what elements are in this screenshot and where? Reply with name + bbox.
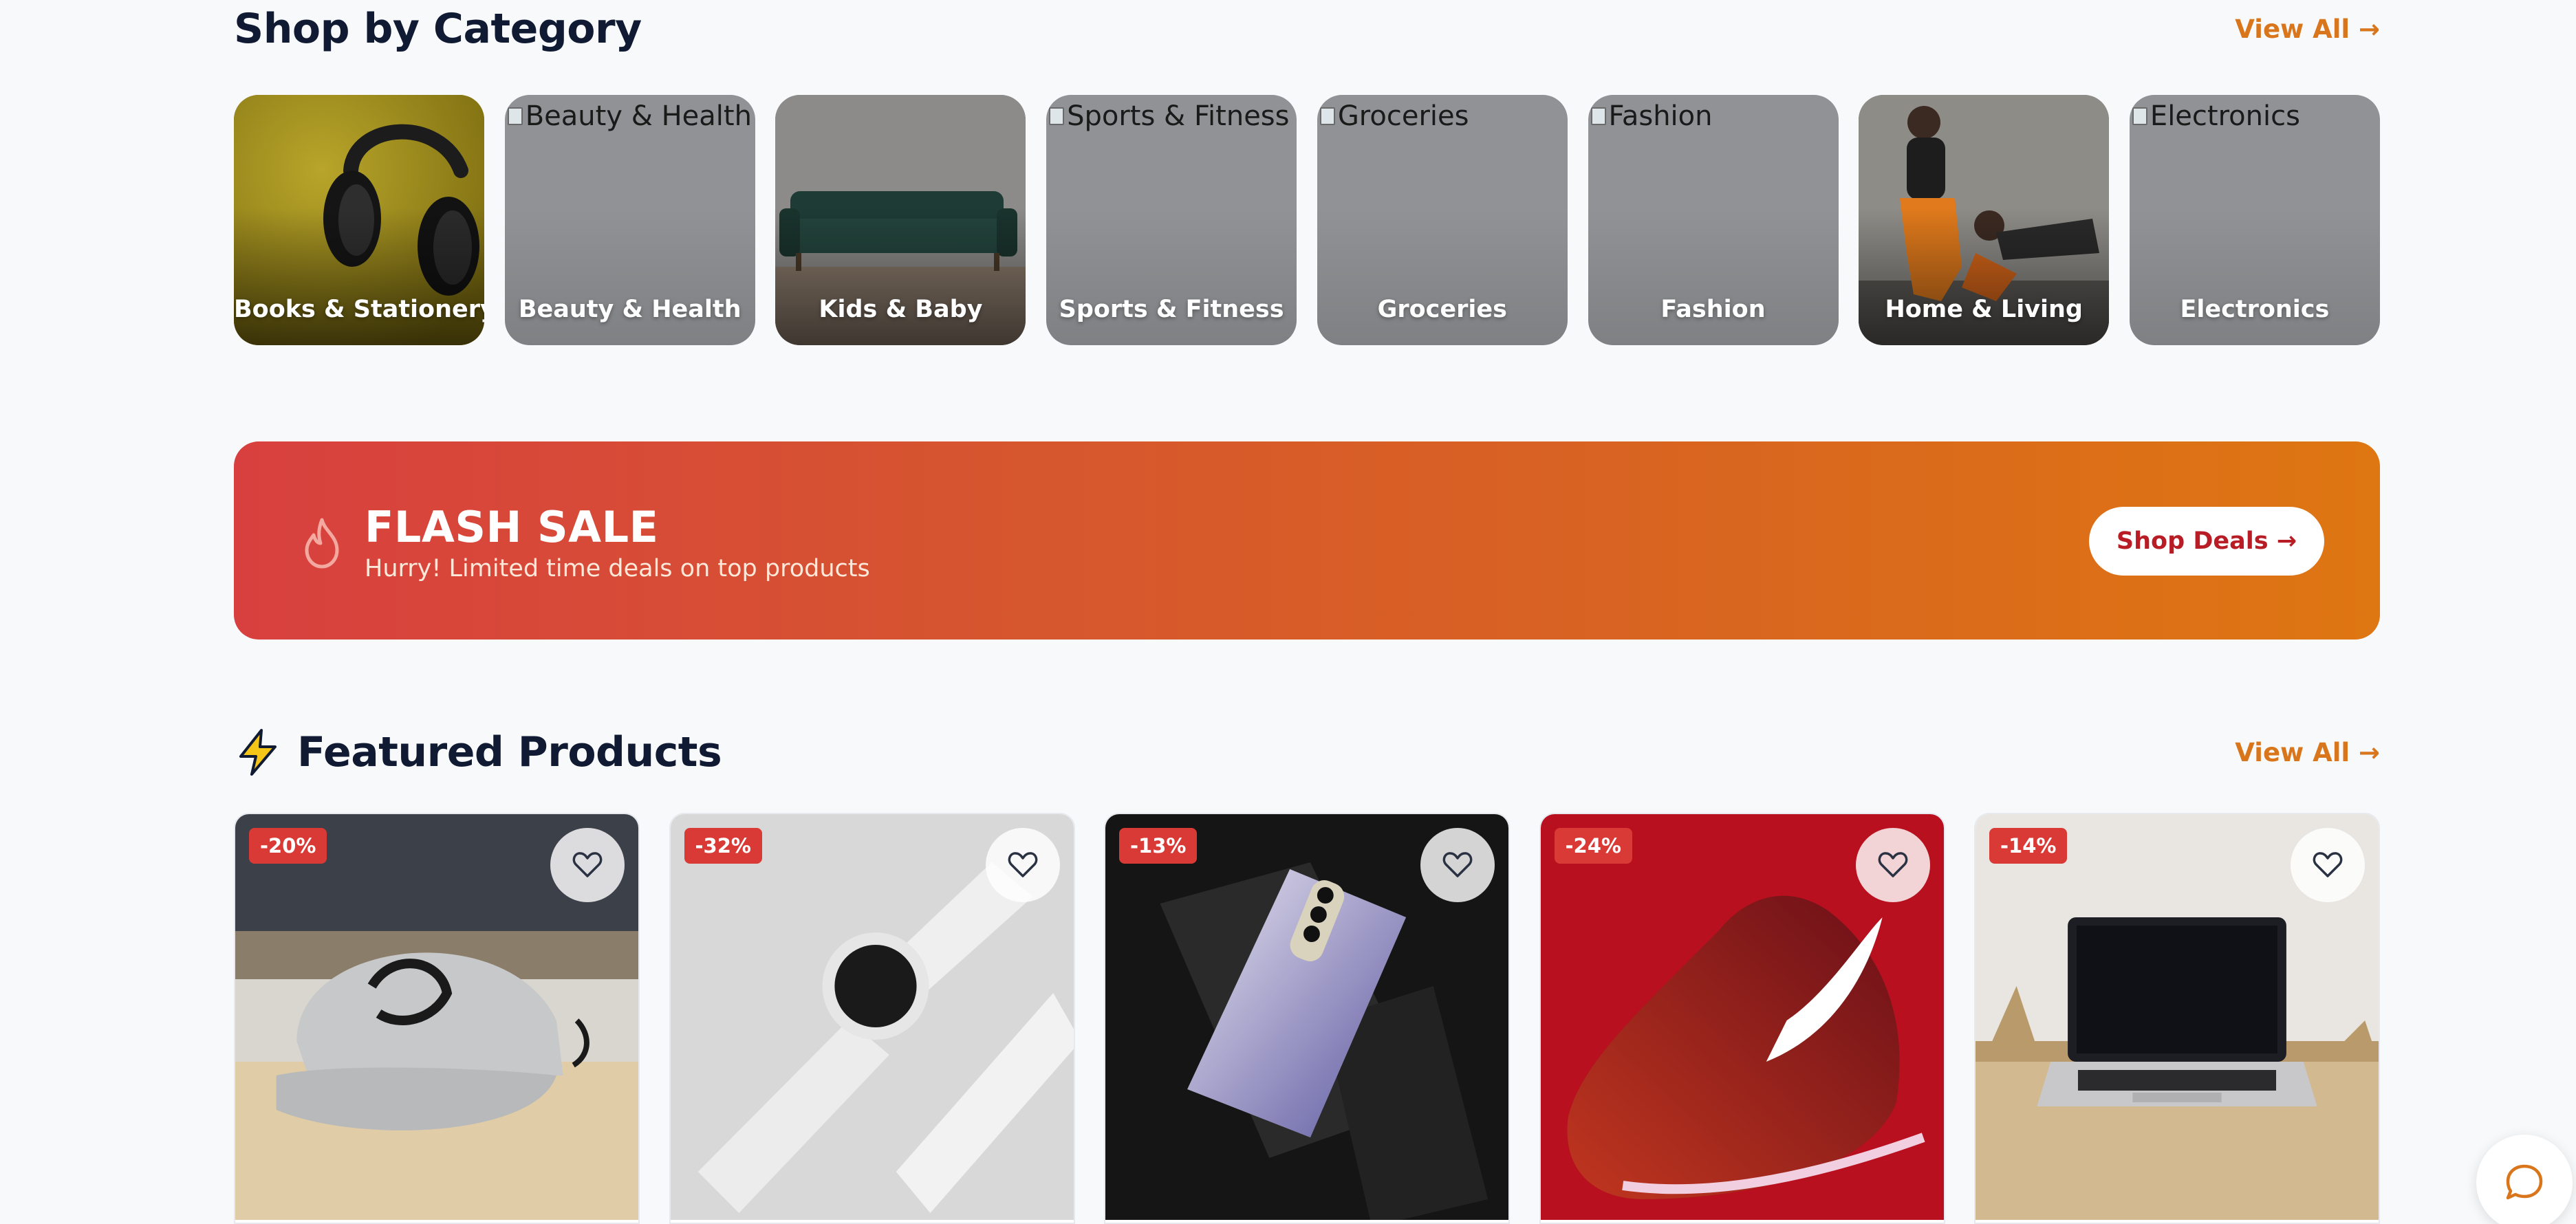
discount-badge: -14% [1989,828,2068,864]
chat-button[interactable] [2476,1135,2573,1224]
flash-sale-banner: FLASH SALE Hurry! Limited time deals on … [234,441,2380,640]
category-tile-books[interactable]: Books & Stationery [234,95,484,345]
discount-badge: -24% [1554,828,1632,864]
category-label: Electronics [2180,296,2330,323]
lightning-icon [239,729,277,776]
category-tile-beauty[interactable]: Beauty & Health Beauty & Health [504,95,755,345]
wishlist-button[interactable] [985,828,1060,902]
wishlist-button[interactable] [2291,828,2365,902]
flash-sale-subtitle: Hurry! Limited time deals on top product… [365,555,870,582]
product-card-laptop[interactable]: -14% [1974,813,2380,1224]
wishlist-button[interactable] [550,828,625,902]
featured-section-title: Featured Products [297,728,722,776]
category-view-all-link[interactable]: View All → [2235,14,2380,44]
broken-image-icon [2132,107,2147,125]
heart-icon [2313,852,2343,877]
broken-image-alt: Electronics [2132,100,2300,132]
page: Shop by Category View All → Books & Stat… [0,0,2576,1224]
product-card-cap[interactable]: -20% [234,813,640,1224]
category-grid: Books & Stationery Beauty & Health Beaut… [234,95,2380,345]
product-grid: -20% -32% -13% -24% -14% [234,813,2380,1224]
broken-image-alt: Fashion [1590,100,1713,132]
discount-badge: -32% [684,828,762,864]
discount-badge: -20% [249,828,327,864]
broken-image-icon [507,107,523,125]
category-label: Sports & Fitness [1059,296,1284,323]
broken-image-alt: Beauty & Health [507,100,752,132]
flame-icon [305,518,339,569]
category-tile-home[interactable]: Home & Living [1859,95,2110,345]
broken-image-icon [1319,107,1335,125]
discount-badge: -13% [1119,828,1198,864]
category-tile-fashion[interactable]: Fashion Fashion [1588,95,1839,345]
heart-icon [572,852,603,877]
category-label: Beauty & Health [518,296,742,323]
category-label: Fashion [1660,296,1766,323]
category-label: Kids & Baby [819,296,983,323]
broken-image-alt: Groceries [1319,100,1469,132]
broken-image-icon [1590,107,1606,125]
wishlist-button[interactable] [1420,828,1495,902]
featured-section-header: Featured Products View All → [234,723,2380,781]
product-card-sneaker[interactable]: -24% [1539,813,1945,1224]
category-section-title: Shop by Category [234,5,642,53]
broken-image-icon [1049,107,1065,125]
category-tile-electronics[interactable]: Electronics Electronics [2129,95,2380,345]
category-label: Home & Living [1885,296,2083,323]
category-label: Books & Stationery [234,296,484,323]
heart-icon [1442,852,1473,877]
category-section-header: Shop by Category View All → [234,0,2380,58]
category-tile-sports[interactable]: Sports & Fitness Sports & Fitness [1046,95,1297,345]
category-tile-groceries[interactable]: Groceries Groceries [1317,95,1568,345]
broken-image-alt: Sports & Fitness [1049,100,1290,132]
flash-sale-title: FLASH SALE [365,502,659,552]
category-tile-kids[interactable]: Kids & Baby [775,95,1026,345]
wishlist-button[interactable] [1855,828,1930,902]
heart-icon [1878,852,1907,877]
heart-icon [1008,852,1037,877]
category-label: Groceries [1377,296,1507,323]
chat-bubble-icon [2506,1164,2543,1200]
shop-deals-button[interactable]: Shop Deals → [2089,507,2324,576]
featured-title-wrap: Featured Products [234,728,722,777]
product-card-phone[interactable]: -13% [1104,813,1510,1224]
product-card-watch[interactable]: -32% [669,813,1075,1224]
featured-view-all-link[interactable]: View All → [2235,738,2380,767]
